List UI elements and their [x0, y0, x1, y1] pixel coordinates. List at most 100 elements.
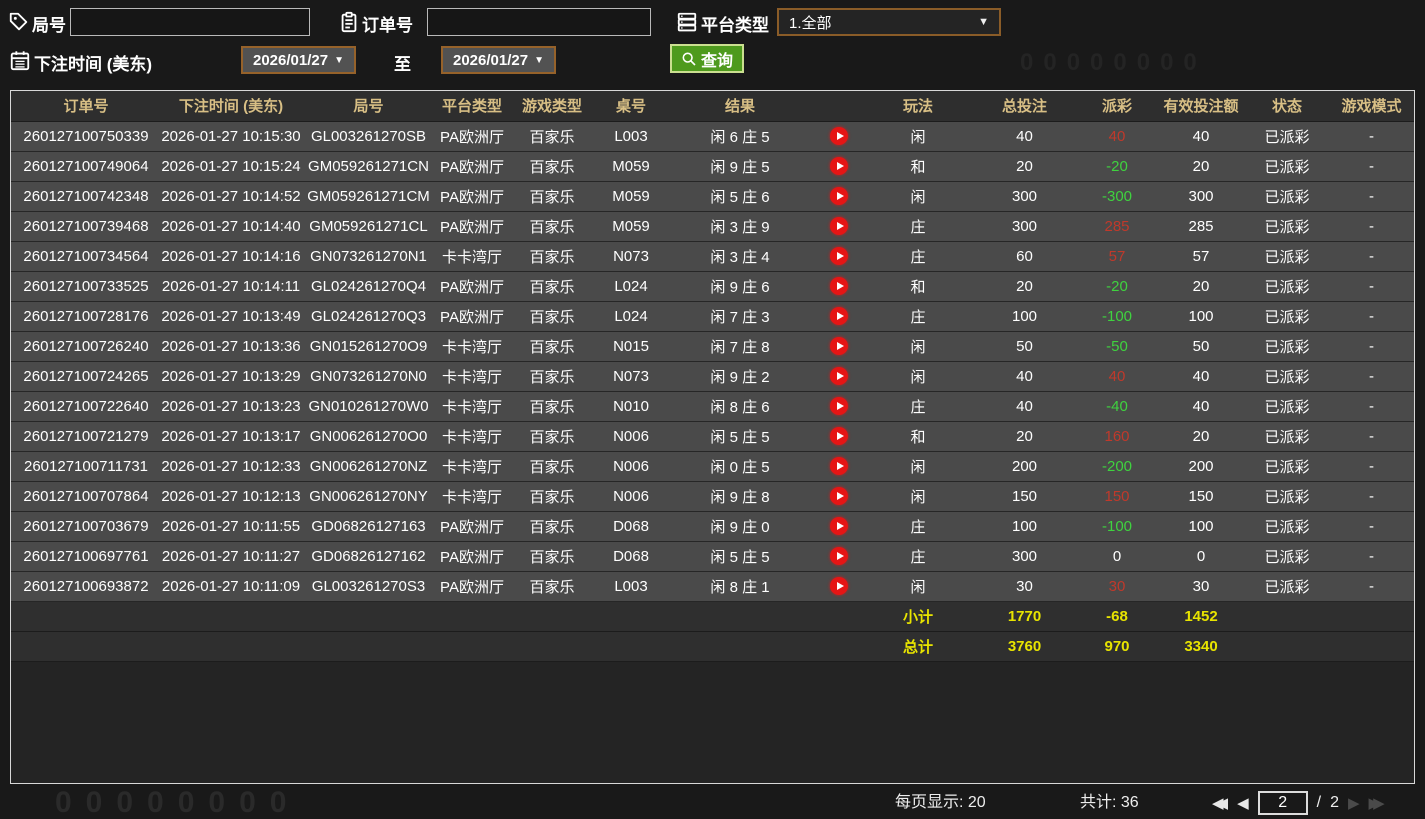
total-bet-cell: 20: [972, 151, 1077, 181]
search-button-label: 查询: [701, 47, 733, 71]
play-icon[interactable]: [830, 217, 848, 235]
play-icon[interactable]: [830, 247, 848, 265]
play-icon[interactable]: [830, 277, 848, 295]
play-icon[interactable]: [830, 577, 848, 595]
play-icon[interactable]: [830, 547, 848, 565]
status-badge: 已派彩: [1245, 181, 1329, 211]
payout-cell: -100: [1077, 301, 1157, 331]
play-icon[interactable]: [830, 427, 848, 445]
total-bet-cell: 40: [972, 361, 1077, 391]
first-page-icon[interactable]: ◀◀: [1212, 794, 1228, 812]
table-row: 260127100722640 2026-01-27 10:13:23 GN01…: [11, 391, 1414, 421]
valid-bet-cell: 100: [1157, 511, 1245, 541]
bet-time-cell: 2026-01-27 10:15:30: [161, 121, 301, 151]
game-type-cell: 百家乐: [508, 451, 596, 481]
table-row: 260127100721279 2026-01-27 10:13:17 GN00…: [11, 421, 1414, 451]
table-no-cell: L003: [596, 571, 666, 601]
bet-records-table: 订单号下注时间 (美东)局号平台类型游戏类型桌号结果玩法总投注派彩有效投注额状态…: [10, 90, 1415, 784]
table-row: 260127100693872 2026-01-27 10:11:09 GL00…: [11, 571, 1414, 601]
platform-list-icon: [676, 11, 698, 33]
bet-time-cell: 2026-01-27 10:13:17: [161, 421, 301, 451]
play-icon[interactable]: [830, 367, 848, 385]
game-mode-cell: -: [1329, 271, 1414, 301]
bet-time-cell: 2026-01-27 10:14:16: [161, 241, 301, 271]
status-badge: 已派彩: [1245, 301, 1329, 331]
status-badge: 已派彩: [1245, 451, 1329, 481]
play-icon[interactable]: [830, 157, 848, 175]
total-bet-cell: 20: [972, 271, 1077, 301]
total-bet-cell: 200: [972, 451, 1077, 481]
table-no-cell: M059: [596, 211, 666, 241]
table-header-row: 订单号下注时间 (美东)局号平台类型游戏类型桌号结果玩法总投注派彩有效投注额状态…: [11, 91, 1414, 121]
bet-time-cell: 2026-01-27 10:11:09: [161, 571, 301, 601]
round-id-cell: GN006261270O0: [301, 421, 436, 451]
order-id-cell: 260127100711731: [11, 451, 161, 481]
play-icon[interactable]: [830, 487, 848, 505]
play-icon[interactable]: [830, 517, 848, 535]
table-no-cell: N006: [596, 481, 666, 511]
order-id-cell: 260127100697761: [11, 541, 161, 571]
game-type-cell: 百家乐: [508, 571, 596, 601]
game-mode-cell: -: [1329, 181, 1414, 211]
payout-cell: 0: [1077, 541, 1157, 571]
valid-bet-cell: 40: [1157, 391, 1245, 421]
platform-cell: PA欧洲厅: [436, 571, 508, 601]
prev-page-icon[interactable]: ◀: [1237, 794, 1249, 812]
round-id-cell: GM059261271CL: [301, 211, 436, 241]
platform-type-select[interactable]: 1.全部 ▼: [777, 8, 1001, 36]
order-id-cell: 260127100750339: [11, 121, 161, 151]
game-mode-cell: -: [1329, 421, 1414, 451]
replay-cell: [814, 421, 864, 451]
valid-bet-cell: 100: [1157, 301, 1245, 331]
next-page-icon[interactable]: ▶: [1348, 794, 1360, 812]
game-mode-cell: -: [1329, 361, 1414, 391]
play-icon[interactable]: [830, 187, 848, 205]
order-id-cell: 260127100707864: [11, 481, 161, 511]
bet-time-cell: 2026-01-27 10:14:52: [161, 181, 301, 211]
play-icon[interactable]: [830, 307, 848, 325]
valid-bet-cell: 300: [1157, 181, 1245, 211]
round-id-cell: GM059261271CM: [301, 181, 436, 211]
last-page-icon[interactable]: ▶▶: [1369, 794, 1385, 812]
play-type-cell: 闲: [864, 571, 972, 601]
platform-cell: PA欧洲厅: [436, 151, 508, 181]
table-no-cell: N010: [596, 391, 666, 421]
play-icon[interactable]: [830, 457, 848, 475]
play-type-cell: 和: [864, 151, 972, 181]
subtotal-payout: -68: [1077, 601, 1157, 631]
play-type-cell: 庄: [864, 541, 972, 571]
round-id-input[interactable]: [70, 8, 310, 36]
subtotal-label: 小计: [864, 601, 972, 631]
round-id-cell: GL003261270SB: [301, 121, 436, 151]
game-mode-cell: -: [1329, 211, 1414, 241]
status-badge: 已派彩: [1245, 511, 1329, 541]
grand-total-row: 总计 3760 970 3340: [11, 631, 1414, 661]
table-no-cell: N006: [596, 421, 666, 451]
order-id-input[interactable]: [427, 8, 651, 36]
chevron-down-icon: ▼: [978, 16, 989, 28]
result-cell: 闲 0 庄 5: [666, 451, 814, 481]
result-cell: 闲 5 庄 6: [666, 181, 814, 211]
result-cell: 闲 8 庄 6: [666, 391, 814, 421]
date-from-picker[interactable]: 2026/01/27 ▼: [241, 46, 356, 74]
play-type-cell: 庄: [864, 391, 972, 421]
status-badge: 已派彩: [1245, 331, 1329, 361]
payout-cell: -20: [1077, 271, 1157, 301]
order-id-cell: 260127100693872: [11, 571, 161, 601]
grand-total-valid-bet: 3340: [1157, 631, 1245, 661]
platform-cell: PA欧洲厅: [436, 121, 508, 151]
table-row: 260127100707864 2026-01-27 10:12:13 GN00…: [11, 481, 1414, 511]
date-to-picker[interactable]: 2026/01/27 ▼: [441, 46, 556, 74]
play-icon[interactable]: [830, 397, 848, 415]
game-type-cell: 百家乐: [508, 181, 596, 211]
play-icon[interactable]: [830, 337, 848, 355]
result-cell: 闲 8 庄 1: [666, 571, 814, 601]
result-cell: 闲 9 庄 0: [666, 511, 814, 541]
game-type-cell: 百家乐: [508, 271, 596, 301]
page-number-input[interactable]: [1258, 791, 1308, 815]
payout-cell: 57: [1077, 241, 1157, 271]
search-button[interactable]: 查询: [670, 44, 744, 73]
table-row: 260127100749064 2026-01-27 10:15:24 GM05…: [11, 151, 1414, 181]
play-icon[interactable]: [830, 127, 848, 145]
replay-cell: [814, 451, 864, 481]
